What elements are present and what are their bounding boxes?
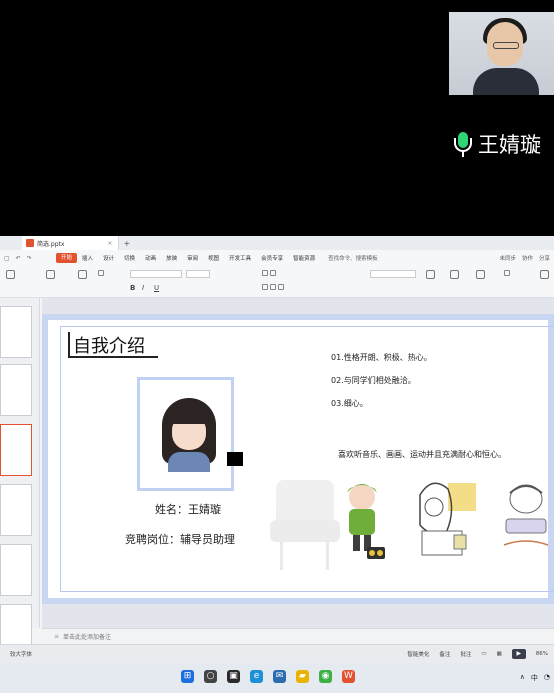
mail-icon[interactable]: ✉ [273, 670, 286, 683]
normal-view-icon[interactable]: ▭ [481, 651, 486, 657]
menu-transition[interactable]: 切换 [119, 254, 140, 262]
share-button[interactable]: 分享 [539, 254, 550, 262]
slide-thumb-5[interactable] [0, 544, 32, 596]
menu-insert[interactable]: 插入 [77, 254, 98, 262]
menu-view[interactable]: 视图 [203, 254, 224, 262]
speaker-name: 王婧璇 [478, 133, 541, 157]
portrait-frame[interactable] [137, 377, 234, 491]
explorer-icon[interactable]: ▰ [296, 670, 309, 683]
new-tab-button[interactable]: + [123, 239, 130, 248]
bullets-icon[interactable] [262, 270, 276, 276]
font-name-select[interactable] [130, 270, 182, 278]
slide-thumb-2[interactable] [0, 364, 32, 416]
menu-animation[interactable]: 动画 [140, 254, 161, 262]
title-bracket [68, 332, 70, 356]
point-3[interactable]: 03.细心。 [331, 398, 368, 409]
windows-icon[interactable]: ⊞ [181, 670, 194, 683]
menu-design[interactable]: 设计 [98, 254, 119, 262]
document-tabbar: 简选.pptx × + [0, 236, 554, 250]
redo-icon[interactable]: ↷ [27, 255, 32, 262]
sync-status[interactable]: 未同步 [499, 254, 516, 262]
more-icon[interactable] [540, 270, 549, 279]
speaker-label: 王婧璇 [452, 130, 541, 158]
point-2[interactable]: 02.与同学们相处融洽。 [331, 375, 416, 386]
slideshow-play-button[interactable]: ▶ [511, 649, 526, 659]
collaborate-button[interactable]: 协作 [522, 254, 533, 262]
slide-thumb-3[interactable] [0, 424, 32, 476]
point-1[interactable]: 01.性格开朗、积极、热心。 [331, 352, 432, 363]
chair-background-image [270, 480, 340, 570]
system-tray: ∧ 中 ◔ [520, 673, 550, 683]
menu-bar: ▢ ↶ ↷ 开始 插入 设计 切换 动画 放映 审阅 视图 开发工具 会员专享 … [0, 250, 554, 266]
slide-thumb-4[interactable] [0, 484, 32, 536]
notes-toggle-button[interactable]: 备注 [439, 650, 450, 658]
portrait-illustration [158, 398, 220, 472]
underline-icon[interactable]: U [154, 284, 159, 292]
input-method-indicator[interactable]: 中 [531, 673, 538, 683]
shape-icon[interactable] [450, 270, 459, 279]
command-search[interactable]: 查找命令、搜索模板 [328, 254, 378, 262]
layout-icon[interactable] [78, 270, 87, 279]
name-text[interactable]: 姓名：王婧璇 [155, 501, 221, 517]
search-icon[interactable]: ○ [204, 670, 217, 683]
document-tab[interactable]: 简选.pptx × [22, 236, 120, 250]
smart-beautify-button[interactable]: 智能美化 [407, 650, 429, 658]
menu-smart-resources[interactable]: 智能资源 [288, 254, 320, 262]
picture-icon[interactable] [476, 270, 485, 279]
font-size-select[interactable] [186, 270, 210, 278]
menu-member[interactable]: 会员专享 [256, 254, 288, 262]
notes-placeholder: 单击此处添加备注 [63, 634, 112, 641]
notes-grip-icon: ≡ [54, 633, 60, 640]
play-icon[interactable] [6, 270, 15, 279]
music-girl-illustration[interactable] [331, 475, 393, 565]
menu-slideshow[interactable]: 放映 [161, 254, 182, 262]
title-underline [68, 356, 158, 358]
pptx-file-icon [26, 239, 34, 247]
comments-button[interactable]: 批注 [460, 650, 471, 658]
slide-thumbnails [0, 298, 40, 656]
ribbon-toolbar: B I U [0, 266, 554, 298]
slide-title[interactable]: 自我介绍 [73, 332, 145, 358]
document-tab-title: 简选.pptx [37, 240, 65, 248]
fill-icon[interactable] [504, 270, 510, 276]
slide-canvas: 自我介绍 姓名：王婧璇 竞聘岗位：辅导员助理 01.性格开朗、积极、热心。 02… [42, 298, 554, 628]
webcam-video [449, 12, 554, 95]
new-slide-icon[interactable] [46, 270, 55, 279]
wechat-icon[interactable]: ◉ [319, 670, 332, 683]
presentation-app: 简选.pptx × + ▢ ↶ ↷ 开始 插入 设计 切换 动画 放映 审阅 视… [0, 236, 554, 663]
menu-developer[interactable]: 开发工具 [224, 254, 256, 262]
current-slide[interactable]: 自我介绍 姓名：王婧璇 竞聘岗位：辅导员助理 01.性格开朗、积极、热心。 02… [42, 314, 554, 604]
screen: 王婧璇 简选.pptx × + ▢ ↶ ↷ 开始 插入 设计 切换 动画 放映 … [0, 0, 554, 693]
hobby-text[interactable]: 喜欢听音乐、画画、运动并且充满耐心和恒心。 [338, 449, 506, 460]
edge-icon[interactable]: e [250, 670, 263, 683]
sports-girl-illustration[interactable] [496, 475, 554, 565]
notes-pane[interactable]: ≡ 单击此处添加备注 [42, 628, 554, 644]
italic-icon[interactable]: I [142, 284, 144, 292]
wifi-icon[interactable]: ◔ [544, 673, 550, 683]
save-icon[interactable]: ▢ [4, 255, 10, 262]
align-icon[interactable] [262, 284, 284, 290]
tray-expand-icon[interactable]: ∧ [520, 673, 525, 683]
status-font-hint[interactable]: 较大字体 [0, 650, 32, 658]
sorter-view-icon[interactable]: ▦ [497, 651, 502, 657]
slide-thumb-1[interactable] [0, 306, 32, 358]
textbox-icon[interactable] [426, 270, 435, 279]
drawing-girl-illustration[interactable] [412, 475, 478, 565]
menu-review[interactable]: 审阅 [182, 254, 203, 262]
wps-icon[interactable]: W [342, 670, 355, 683]
microphone-icon [452, 130, 474, 158]
section-icon[interactable] [98, 270, 104, 276]
close-tab-icon[interactable]: × [107, 240, 112, 247]
job-text[interactable]: 竞聘岗位：辅导员助理 [125, 531, 235, 547]
quick-access-toolbar: ▢ ↶ ↷ [0, 255, 56, 262]
status-bar: 较大字体 智能美化 备注 批注 ▭ ▦ ▶ 86% [0, 644, 554, 663]
taskview-icon[interactable]: ▣ [227, 670, 240, 683]
undo-icon[interactable]: ↶ [16, 255, 21, 262]
selection-handle[interactable] [227, 452, 243, 466]
bold-icon[interactable]: B [130, 284, 135, 292]
menu-home[interactable]: 开始 [56, 253, 78, 263]
zoom-level[interactable]: 86% [536, 651, 548, 657]
text-direction-select[interactable] [370, 270, 416, 278]
taskbar: ⊞ ○ ▣ e ✉ ▰ ◉ W ∧ 中 ◔ [0, 663, 554, 693]
